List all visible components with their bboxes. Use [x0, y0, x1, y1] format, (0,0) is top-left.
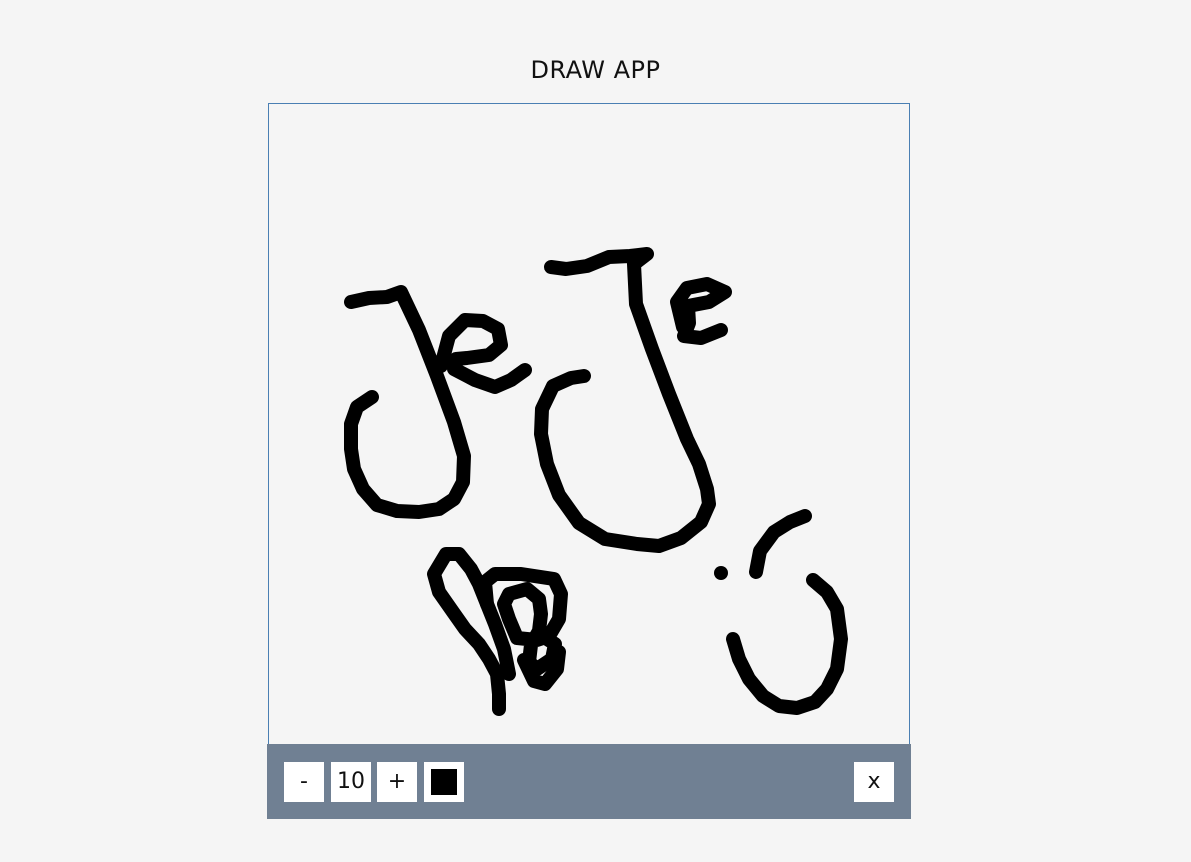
stroke	[726, 573, 848, 715]
stroke	[670, 277, 732, 345]
drawing-canvas[interactable]	[268, 103, 910, 745]
brush-size-value: 10	[331, 762, 371, 802]
color-swatch	[431, 769, 457, 795]
toolbox: - 10 + x	[267, 744, 911, 819]
stroke	[434, 313, 532, 394]
decrease-brush-button[interactable]: -	[284, 762, 324, 802]
stroke	[344, 285, 471, 519]
draw-app: DRAW APP - 10 + x	[0, 0, 1191, 862]
stroke	[749, 509, 812, 579]
page-title: DRAW APP	[530, 56, 661, 84]
color-picker[interactable]	[424, 762, 464, 802]
drawing-strokes	[344, 247, 848, 716]
stroke-dot	[714, 566, 728, 580]
increase-brush-button[interactable]: +	[377, 762, 417, 802]
clear-button[interactable]: x	[854, 762, 894, 802]
